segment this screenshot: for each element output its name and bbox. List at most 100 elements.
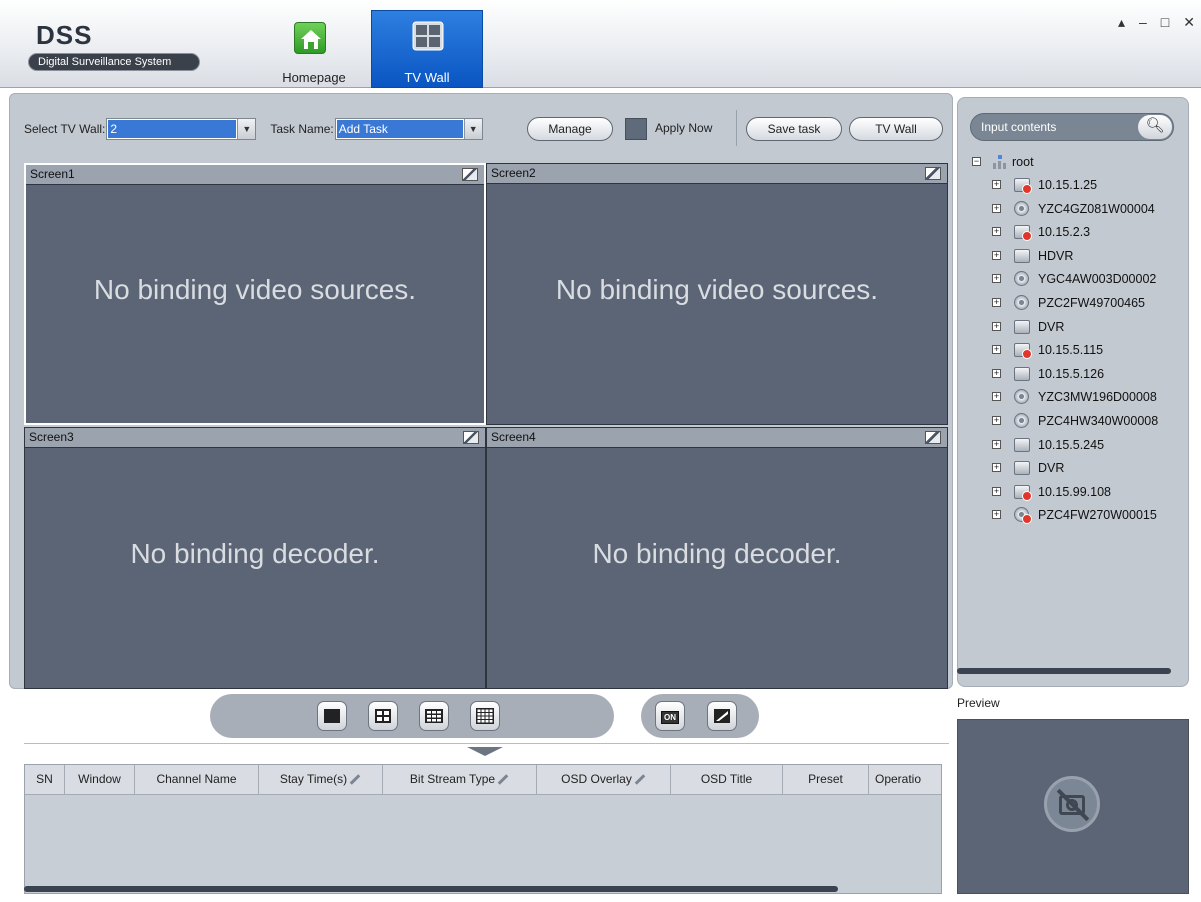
col-osd-overlay[interactable]: OSD Overlay (537, 765, 671, 794)
device-tree-item[interactable]: + PZC4FW270W00015 (970, 505, 1185, 525)
chevron-down-icon[interactable]: ▼ (237, 119, 256, 139)
col-preset[interactable]: Preset (783, 765, 869, 794)
screen-on-button[interactable]: ON (655, 701, 685, 731)
logo-subtitle: Digital Surveillance System (28, 53, 200, 71)
col-bit-stream-type[interactable]: Bit Stream Type (383, 765, 537, 794)
window-toggle-icon (714, 709, 730, 723)
device-tree-item[interactable]: + YZC3MW196D00008 (970, 387, 1185, 407)
split-16-button[interactable] (470, 701, 500, 731)
device-label: 10.15.1.25 (1038, 178, 1098, 192)
expand-icon[interactable]: + (992, 368, 1001, 378)
window-toggle-icon[interactable] (462, 168, 478, 181)
window-toggle-button[interactable] (707, 701, 737, 731)
expand-icon[interactable]: + (992, 416, 1001, 425)
device-label: YZC3MW196D00008 (1038, 390, 1157, 405)
window-toggle-icon[interactable] (463, 431, 479, 444)
device-tree-item[interactable]: +10.15.1.25 (970, 175, 1185, 195)
split-4-button[interactable] (368, 701, 398, 731)
expand-icon[interactable]: + (992, 463, 1001, 473)
dvr-icon (1014, 366, 1030, 381)
screen-2[interactable]: Screen2 No binding video sources. (486, 163, 948, 425)
device-tree-item[interactable]: +10.15.5.115 (970, 340, 1185, 360)
expand-icon[interactable]: + (992, 345, 1001, 355)
expand-icon[interactable]: + (992, 227, 1001, 237)
nav-tvwall[interactable]: TV Wall (371, 10, 483, 88)
expand-icon[interactable]: + (992, 180, 1001, 189)
col-channel-name[interactable]: Channel Name (135, 765, 259, 794)
col-operation[interactable]: Operatio (869, 765, 941, 794)
device-label: PZC2FW49700465 (1038, 296, 1146, 310)
tree-root[interactable]: − root (970, 152, 1185, 172)
preview-label: Preview (957, 696, 1000, 710)
collapse-arrow-icon[interactable] (467, 747, 503, 756)
device-tree-item[interactable]: +10.15.2.3 (970, 222, 1185, 242)
col-sn[interactable]: SN (25, 765, 65, 794)
device-tree-item[interactable]: + DVR (970, 458, 1185, 478)
screen-title-text: Screen4 (491, 430, 536, 444)
chevron-down-icon[interactable]: ▼ (463, 119, 482, 139)
camera-icon (1014, 413, 1029, 428)
split-1-button[interactable] (317, 701, 347, 731)
device-tree-item[interactable]: +10.15.5.245 (970, 435, 1185, 455)
col-stay-time[interactable]: Stay Time(s) (259, 765, 383, 794)
panel-divider (24, 743, 949, 744)
nav-homepage[interactable]: Homepage (268, 18, 360, 88)
no-camera-icon (1044, 776, 1100, 832)
split-layout-bar (210, 694, 614, 738)
device-label: YGC4AW003D00002 (1038, 272, 1157, 287)
tv-wall-button[interactable]: TV Wall (849, 117, 943, 141)
device-tree-item[interactable]: + HDVR (970, 246, 1185, 266)
save-task-button[interactable]: Save task (746, 117, 842, 141)
col-osd-title[interactable]: OSD Title (671, 765, 783, 794)
task-name-dropdown[interactable]: Add Task ▼ (334, 118, 483, 140)
expand-icon[interactable]: + (992, 439, 1001, 449)
dvr-icon (1014, 319, 1030, 334)
expand-icon[interactable]: + (992, 203, 1001, 213)
device-tree-item[interactable]: + DVR (970, 317, 1185, 337)
device-tree-item[interactable]: +10.15.5.126 (970, 364, 1185, 384)
expand-icon[interactable]: + (992, 392, 1001, 402)
expand-icon[interactable]: + (992, 486, 1001, 496)
expand-icon[interactable]: + (992, 274, 1001, 284)
expand-icon[interactable]: + (992, 298, 1001, 307)
col-window[interactable]: Window (65, 765, 135, 794)
search-input[interactable]: Input contents (981, 120, 1056, 134)
device-tree-item[interactable]: + PZC2FW49700465 (970, 293, 1185, 313)
window-toggle-icon[interactable] (925, 167, 941, 180)
screen-message: No binding decoder. (592, 538, 842, 569)
expand-icon[interactable]: + (992, 250, 1001, 260)
device-tree-item[interactable]: + YGC4AW003D00002 (970, 269, 1185, 289)
col-stay-time-label: Stay Time(s) (279, 772, 348, 786)
dvr-icon (1014, 343, 1032, 360)
select-tvwall-dropdown[interactable]: 2 ▼ (106, 118, 257, 140)
device-search[interactable]: Input contents 🔍︎ (970, 113, 1174, 141)
expand-icon[interactable]: + (992, 510, 1001, 520)
device-tree-item[interactable]: + PZC4HW340W00008 (970, 411, 1185, 431)
screen-title-text: Screen1 (30, 167, 75, 181)
manage-button[interactable]: Manage (527, 117, 613, 141)
expand-icon[interactable]: + (992, 321, 1001, 331)
collapse-icon[interactable]: − (972, 157, 981, 166)
maximize-icon[interactable]: □ (1161, 14, 1169, 31)
screen-3[interactable]: Screen3 No binding decoder. (24, 427, 486, 689)
screen-title-text: Screen2 (491, 166, 536, 180)
device-tree-item[interactable]: + YZC4GZ081W00004 (970, 199, 1185, 219)
split-9-button[interactable] (419, 701, 449, 731)
apply-now-checkbox[interactable] (625, 118, 647, 140)
split-1-icon (324, 709, 340, 723)
tree-horizontal-scrollbar[interactable] (957, 668, 1171, 674)
table-horizontal-scrollbar[interactable] (24, 886, 838, 892)
screen-4[interactable]: Screen4 No binding decoder. (486, 427, 948, 689)
home-icon (294, 22, 326, 54)
search-icon[interactable]: 🔍︎ (1138, 115, 1172, 139)
screen-1[interactable]: Screen1 No binding video sources. (24, 163, 486, 425)
close-icon[interactable]: ✕ (1183, 14, 1195, 31)
screen-title: Screen1 (26, 165, 484, 185)
window-controls: ▴ – □ ✕ (1118, 14, 1195, 31)
device-tree-item[interactable]: +10.15.99.108 (970, 482, 1185, 502)
split-9-icon (425, 709, 443, 723)
screen-message: No binding video sources. (93, 274, 417, 305)
minimize-icon[interactable]: – (1139, 14, 1147, 31)
window-toggle-icon[interactable] (925, 431, 941, 444)
lock-icon[interactable]: ▴ (1118, 14, 1125, 31)
